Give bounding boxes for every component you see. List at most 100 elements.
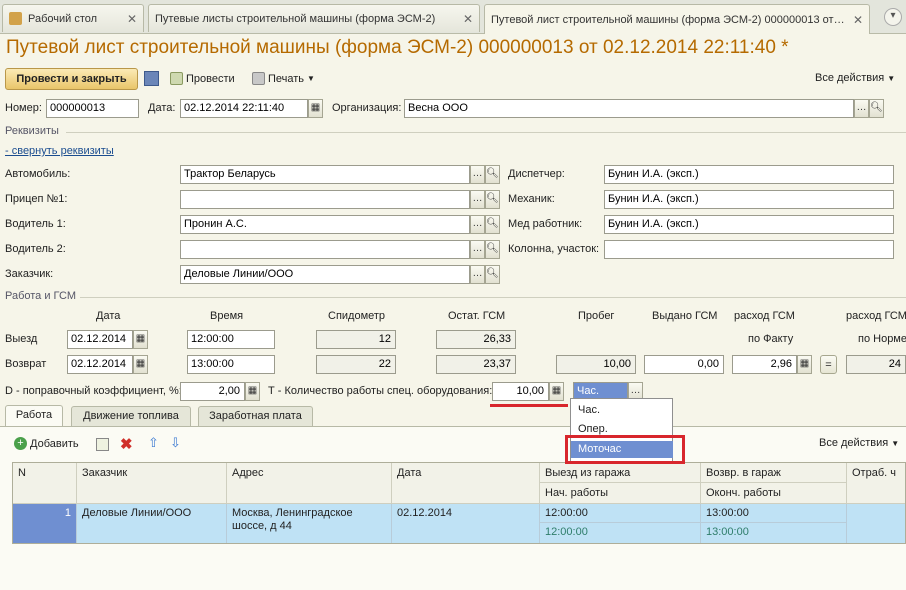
col-date-label: Дата [96, 310, 121, 322]
medic-label: Мед работник: [508, 218, 583, 230]
print-button[interactable]: Печать ▼ [252, 72, 315, 85]
tab-salary[interactable]: Заработная плата [198, 406, 313, 426]
calendar-icon[interactable]: ▦ [308, 99, 323, 118]
cell-date: 02.12.2014 [392, 504, 540, 543]
select-icon[interactable]: … [854, 99, 869, 118]
post-close-button[interactable]: Провести и закрыть [5, 68, 138, 90]
header-customer[interactable]: Заказчик [77, 463, 227, 504]
col-fuel-use2-label: расход ГСМ [846, 310, 906, 322]
return-fuel-field[interactable]: 23,37 [436, 355, 516, 374]
search-icon[interactable]: 🔍︎ [485, 215, 500, 234]
table-row[interactable]: 1 Деловые Линии/ООО Москва, Ленинградско… [13, 504, 905, 543]
header-depart-sub[interactable]: Нач. работы [540, 483, 701, 504]
header-return[interactable]: Возвр. в гараж [701, 463, 847, 483]
calculator-icon[interactable]: ▦ [797, 355, 812, 374]
depart-fuel-field[interactable]: 26,33 [436, 330, 516, 349]
window-tab-list[interactable]: Путевые листы строительной машины (форма… [148, 4, 480, 32]
copy-icon[interactable] [96, 438, 109, 451]
search-icon[interactable]: 🔍︎ [485, 165, 500, 184]
save-icon[interactable] [144, 71, 159, 86]
add-icon: + [14, 437, 27, 450]
depart-speedometer-field[interactable]: 12 [316, 330, 396, 349]
cell-customer: Деловые Линии/ООО [77, 504, 227, 543]
tab-fuel-movement[interactable]: Движение топлива [71, 406, 191, 426]
select-icon[interactable]: … [470, 215, 485, 234]
collapse-rekv-link[interactable]: - свернуть реквизиты [5, 145, 114, 157]
window-tab-bar: Рабочий стол ✕ Путевые листы строительно… [0, 0, 906, 34]
search-icon[interactable]: 🔍︎ [485, 240, 500, 259]
header-depart[interactable]: Выезд из гаража [540, 463, 701, 483]
window-tab-desktop[interactable]: Рабочий стол ✕ [2, 4, 144, 32]
window-tab-document[interactable]: Путевой лист строительной машины (форма … [484, 4, 870, 34]
move-down-icon[interactable]: ⇩ [170, 435, 181, 451]
search-icon[interactable]: 🔍︎ [869, 99, 884, 118]
return-time-field[interactable]: 13:00:00 [187, 355, 275, 374]
number-field[interactable]: 000000013 [46, 99, 139, 118]
calendar-icon[interactable]: ▦ [133, 355, 148, 374]
all-actions-menu[interactable]: Все действия ▼ [815, 72, 895, 84]
auto-field[interactable]: Трактор Беларусь [180, 165, 470, 184]
column-field[interactable] [604, 240, 894, 259]
delete-icon[interactable]: ✖ [120, 435, 133, 453]
select-icon[interactable]: … [470, 165, 485, 184]
organization-field[interactable]: Весна ООО [404, 99, 854, 118]
calculator-icon[interactable]: ▦ [549, 382, 564, 401]
select-icon[interactable]: … [470, 265, 485, 284]
search-icon[interactable]: 🔍︎ [485, 265, 500, 284]
chevron-down-icon: ▼ [891, 438, 900, 448]
tabs-menu-icon[interactable]: ▾ [884, 8, 902, 26]
close-icon[interactable]: ✕ [127, 12, 137, 26]
close-icon[interactable]: ✕ [853, 13, 863, 27]
equals-button[interactable]: = [820, 355, 837, 374]
medic-field[interactable]: Бунин И.А. (эксп.) [604, 215, 894, 234]
date-field[interactable]: 02.12.2014 22:11:40 [180, 99, 308, 118]
mileage-field[interactable]: 10,00 [556, 355, 636, 374]
dropdown-option-hour[interactable]: Час. [575, 402, 600, 419]
driver2-field[interactable] [180, 240, 470, 259]
trailer-field[interactable] [180, 190, 470, 209]
section-rekv: Реквизиты [5, 125, 59, 137]
section-work: Работа и ГСМ [5, 290, 77, 302]
date-label: Дата: [148, 102, 176, 114]
header-worked[interactable]: Отраб. ч [847, 463, 905, 504]
return-speedometer-field[interactable]: 22 [316, 355, 396, 374]
work-table[interactable]: N Заказчик Адрес Дата Выезд из гаража На… [12, 462, 906, 544]
printer-icon [252, 72, 265, 85]
header-date[interactable]: Дата [392, 463, 540, 504]
return-label: Возврат [5, 358, 47, 370]
d-field[interactable]: 2,00 [180, 382, 245, 401]
add-button[interactable]: + Добавить [14, 437, 79, 450]
norm-label: по Норме [858, 333, 906, 345]
post-button[interactable]: Провести [170, 72, 235, 85]
cell-depart-sub: 12:00:00 [540, 523, 701, 543]
desktop-icon [9, 12, 22, 25]
depart-time-field[interactable]: 12:00:00 [187, 330, 275, 349]
grid-all-actions-menu[interactable]: Все действия ▼ [819, 437, 899, 449]
customer-field[interactable]: Деловые Линии/ООО [180, 265, 470, 284]
trailer-label: Прицеп №1: [5, 193, 68, 205]
select-icon[interactable]: … [470, 190, 485, 209]
return-date-field[interactable]: 02.12.2014 [67, 355, 133, 374]
driver1-field[interactable]: Пронин А.С. [180, 215, 470, 234]
header-return-sub[interactable]: Оконч. работы [701, 483, 847, 504]
move-up-icon[interactable]: ⇧ [148, 435, 159, 451]
close-icon[interactable]: ✕ [463, 12, 473, 26]
fuel-fact-field[interactable]: 2,96 [732, 355, 797, 374]
tab-work[interactable]: Работа [5, 405, 63, 427]
search-icon[interactable]: 🔍︎ [485, 190, 500, 209]
calculator-icon[interactable]: ▦ [245, 382, 260, 401]
t-field[interactable]: 10,00 [492, 382, 549, 401]
customer-label: Заказчик: [5, 268, 54, 280]
header-address[interactable]: Адрес [227, 463, 392, 504]
select-icon[interactable]: … [470, 240, 485, 259]
calendar-icon[interactable]: ▦ [133, 330, 148, 349]
fuel-issued-field[interactable]: 0,00 [644, 355, 724, 374]
depart-date-field[interactable]: 02.12.2014 [67, 330, 133, 349]
cell-address: Москва, Ленинградское шоссе, д 44 [227, 504, 392, 543]
header-n[interactable]: N [13, 463, 77, 504]
fuel-norm-field[interactable]: 24 [846, 355, 906, 374]
mechanic-field[interactable]: Бунин И.А. (эксп.) [604, 190, 894, 209]
depart-label: Выезд [5, 333, 38, 345]
dispatcher-field[interactable]: Бунин И.А. (эксп.) [604, 165, 894, 184]
col-mileage-label: Пробег [578, 310, 615, 322]
